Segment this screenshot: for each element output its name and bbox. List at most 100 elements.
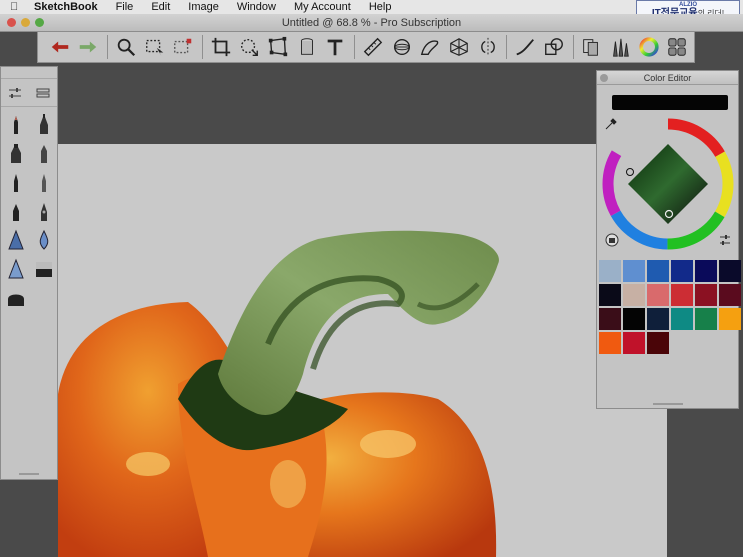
brush-ink-pen[interactable] <box>2 196 30 225</box>
brush-pencil[interactable] <box>2 109 30 138</box>
color-editor-settings-button[interactable] <box>719 234 731 249</box>
menu-my-account[interactable]: My Account <box>294 1 351 13</box>
perspective-button[interactable] <box>447 34 471 60</box>
distort-button[interactable] <box>266 34 290 60</box>
perspective-icon <box>450 38 468 56</box>
menu-file[interactable]: File <box>116 1 134 13</box>
brush-marker[interactable] <box>2 138 30 167</box>
brush-palette-titlebar[interactable] <box>1 67 57 79</box>
layer-editor-button[interactable] <box>665 34 689 60</box>
brush-smudge[interactable] <box>2 254 30 283</box>
ruler-icon <box>363 37 383 57</box>
brush-airbrush[interactable] <box>2 225 30 254</box>
redo-button[interactable] <box>77 34 101 60</box>
pepper-painting <box>58 230 499 557</box>
color-swatch[interactable] <box>695 308 717 330</box>
select-button[interactable] <box>143 34 167 60</box>
color-editor-titlebar[interactable]: Color Editor <box>597 71 738 85</box>
color-swatch[interactable] <box>719 260 741 282</box>
color-swatch[interactable] <box>599 284 621 306</box>
deselect-button[interactable] <box>171 34 195 60</box>
brush-view-toggle-icon[interactable] <box>36 87 50 99</box>
color-swatch[interactable] <box>599 308 621 330</box>
lasso-transform-icon <box>241 38 259 56</box>
window-titlebar: Untitled @ 68.8 % - Pro Subscription <box>0 14 743 32</box>
color-swatch[interactable] <box>719 284 741 306</box>
brush-properties-icon[interactable] <box>8 87 22 99</box>
distort-icon <box>268 36 288 57</box>
color-swatch[interactable] <box>623 260 645 282</box>
drawing-canvas[interactable] <box>58 144 667 557</box>
color-editor-resize-handle[interactable] <box>653 403 683 405</box>
canvas-size-icon <box>300 38 313 55</box>
stroke-tool-icon <box>516 39 534 56</box>
layer-editor-icon <box>668 38 686 56</box>
stroke-tool-button[interactable] <box>513 34 537 60</box>
crop-icon <box>211 37 230 57</box>
brush-library-button[interactable] <box>608 34 632 60</box>
brush-hard-eraser[interactable] <box>2 283 30 312</box>
menu-help[interactable]: Help <box>369 1 392 13</box>
zoom-icon <box>117 38 136 57</box>
color-swatch[interactable] <box>695 284 717 306</box>
menu-edit[interactable]: Edit <box>151 1 170 13</box>
apple-menu-icon[interactable]:  <box>10 1 24 13</box>
ruler-button[interactable] <box>361 34 385 60</box>
menu-image[interactable]: Image <box>188 1 219 13</box>
brush-palette-resize-handle[interactable] <box>19 473 39 475</box>
shape-button[interactable] <box>542 34 566 60</box>
menu-bar:  SketchBook File Edit Image Window My A… <box>0 0 743 14</box>
redo-icon <box>80 41 97 53</box>
brush-library-icon <box>612 38 629 57</box>
close-panel-icon[interactable] <box>600 74 608 82</box>
toolbar-separator <box>572 35 574 59</box>
brush-fine-pen[interactable] <box>30 167 58 196</box>
color-wheel[interactable] <box>597 113 740 253</box>
crop-button[interactable] <box>209 34 233 60</box>
color-swatch[interactable] <box>623 332 645 354</box>
current-color-swatch[interactable] <box>612 95 728 110</box>
symmetry-button[interactable] <box>476 34 500 60</box>
color-wheel-button[interactable] <box>637 34 661 60</box>
water-drop-icon <box>39 229 49 250</box>
color-swatch[interactable] <box>719 308 741 330</box>
toolbar-separator <box>202 35 204 59</box>
brush-technical-pen[interactable] <box>30 109 58 138</box>
french-curve-button[interactable] <box>418 34 442 60</box>
color-swatch[interactable] <box>599 260 621 282</box>
color-picker-mode-button[interactable] <box>605 233 619 250</box>
symmetry-icon <box>480 37 495 57</box>
menu-window[interactable]: Window <box>237 1 276 13</box>
color-swatch[interactable] <box>623 308 645 330</box>
ellipse-guide-button[interactable] <box>390 34 414 60</box>
color-swatch[interactable] <box>671 284 693 306</box>
color-swatch[interactable] <box>671 308 693 330</box>
color-swatch[interactable] <box>695 260 717 282</box>
color-swatch[interactable] <box>647 332 669 354</box>
toolbar-separator <box>506 35 508 59</box>
french-curve-icon <box>421 40 439 56</box>
sliders-icon <box>720 235 730 245</box>
color-swatch[interactable] <box>647 284 669 306</box>
brush-chisel-marker[interactable] <box>30 138 58 167</box>
copic-library-button[interactable] <box>579 34 603 60</box>
lasso-transform-button[interactable] <box>238 34 262 60</box>
color-swatch[interactable] <box>647 308 669 330</box>
shape-icon <box>544 38 563 56</box>
brush-palette-header <box>1 79 57 107</box>
undo-button[interactable] <box>48 34 72 60</box>
color-swatch[interactable] <box>623 284 645 306</box>
canvas-size-button[interactable] <box>295 34 319 60</box>
brush-ballpoint[interactable] <box>2 167 30 196</box>
menu-app-name[interactable]: SketchBook <box>34 1 98 13</box>
zoom-button[interactable] <box>114 34 138 60</box>
text-button[interactable] <box>324 34 348 60</box>
color-swatch[interactable] <box>599 332 621 354</box>
marker-brush-icon <box>11 143 21 163</box>
color-swatch[interactable] <box>671 260 693 282</box>
brush-water[interactable] <box>30 225 58 254</box>
technical-pen-icon <box>40 113 48 134</box>
brush-calligraphy[interactable] <box>30 196 58 225</box>
brush-eraser[interactable] <box>30 254 58 283</box>
color-swatch[interactable] <box>647 260 669 282</box>
